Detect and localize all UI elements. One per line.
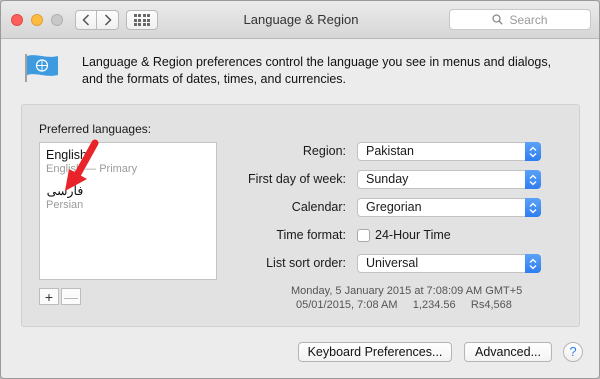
calendar-value: Gregorian bbox=[366, 200, 422, 214]
description-line-1: Language & Region preferences control th… bbox=[82, 55, 552, 69]
advanced-button[interactable]: Advanced... bbox=[464, 342, 552, 362]
window-title: Language & Region bbox=[243, 12, 359, 27]
search-placeholder: Search bbox=[509, 12, 548, 27]
region-value: Pakistan bbox=[366, 144, 414, 158]
first-day-popup[interactable]: Sunday bbox=[357, 170, 541, 189]
description-text: Language & Region preferences control th… bbox=[82, 54, 562, 88]
popup-arrows-icon bbox=[525, 254, 541, 273]
sample-number-line: 05/01/2015, 7:08 AM 1,234.56 Rs4,568 bbox=[296, 299, 512, 311]
calendar-label: Calendar: bbox=[291, 200, 346, 214]
minimize-window-button[interactable] bbox=[31, 14, 43, 26]
forward-button[interactable] bbox=[97, 10, 119, 30]
back-button[interactable] bbox=[75, 10, 97, 30]
chevron-left-icon bbox=[82, 14, 90, 26]
annotation-arrow-icon bbox=[65, 139, 99, 191]
un-flag-icon bbox=[25, 54, 58, 82]
preferences-window: Language & Region Search Language & Regi… bbox=[0, 0, 600, 379]
time-format-label: Time format: bbox=[276, 228, 346, 242]
first-day-label: First day of week: bbox=[248, 172, 346, 186]
first-day-value: Sunday bbox=[366, 172, 409, 186]
search-icon bbox=[492, 14, 504, 25]
24-hour-time-checkbox[interactable] bbox=[357, 229, 370, 242]
region-popup[interactable]: Pakistan bbox=[357, 142, 541, 161]
zoom-window-button[interactable] bbox=[51, 14, 63, 26]
calendar-popup[interactable]: Gregorian bbox=[357, 198, 541, 217]
grid-icon bbox=[133, 14, 151, 26]
24-hour-time-label: 24-Hour Time bbox=[375, 228, 451, 242]
keyboard-preferences-button[interactable]: Keyboard Preferences... bbox=[298, 342, 452, 362]
help-button[interactable]: ? bbox=[563, 342, 583, 362]
description-line-2: and the formats of dates, times, and cur… bbox=[82, 72, 347, 86]
list-sort-popup[interactable]: Universal bbox=[357, 254, 541, 273]
show-all-button[interactable] bbox=[126, 10, 158, 30]
popup-arrows-icon bbox=[525, 142, 541, 161]
chevron-right-icon bbox=[104, 14, 112, 26]
titlebar: Language & Region Search bbox=[1, 1, 599, 39]
search-field[interactable]: Search bbox=[449, 9, 591, 30]
list-sort-value: Universal bbox=[366, 256, 419, 270]
popup-arrows-icon bbox=[525, 170, 541, 189]
close-window-button[interactable] bbox=[11, 14, 23, 26]
popup-arrows-icon bbox=[525, 198, 541, 217]
language-subtitle: Persian bbox=[46, 199, 84, 211]
remove-language-button[interactable]: — bbox=[61, 288, 81, 305]
sample-date-line: Monday, 5 January 2015 at 7:08:09 AM GMT… bbox=[291, 285, 523, 297]
region-label: Region: bbox=[302, 144, 346, 158]
list-sort-label: List sort order: bbox=[266, 256, 346, 270]
add-language-button[interactable]: + bbox=[39, 288, 59, 305]
preferred-languages-label: Preferred languages: bbox=[39, 122, 152, 136]
